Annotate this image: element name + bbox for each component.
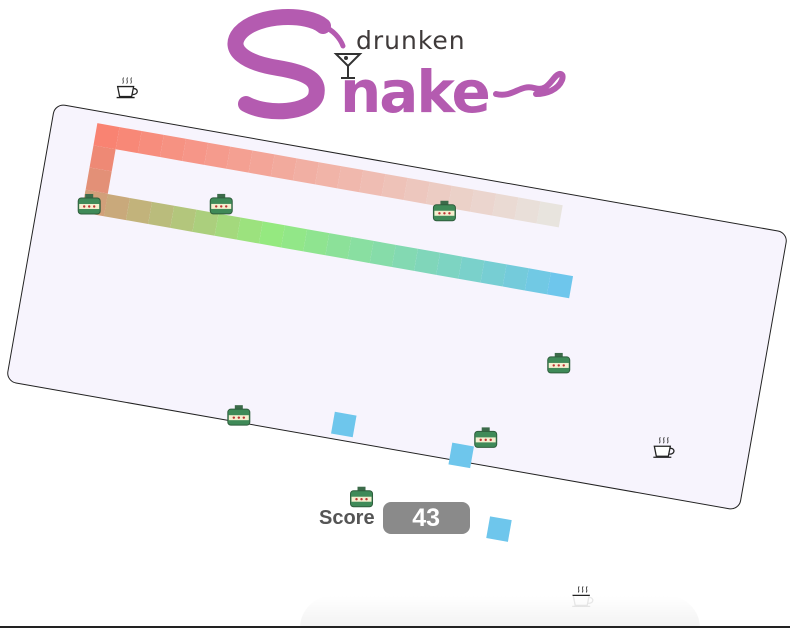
snake-segment xyxy=(492,194,518,220)
snake-segment xyxy=(182,139,208,165)
snake-segment xyxy=(160,135,186,161)
snake-segment xyxy=(315,162,341,188)
score-value: 43 xyxy=(383,502,470,534)
snake-segment xyxy=(414,249,440,275)
score-label: Score xyxy=(319,507,375,530)
snake-segment xyxy=(348,237,374,263)
snake-segment xyxy=(293,158,319,184)
snake-segment xyxy=(281,225,307,251)
snake-segment xyxy=(370,241,396,267)
snake-segment xyxy=(392,245,418,271)
snake-segment xyxy=(148,202,174,228)
snake-segment xyxy=(525,268,551,294)
snake-segment xyxy=(249,151,275,177)
snake-segment xyxy=(259,221,285,247)
snake-segment xyxy=(237,217,263,243)
snake-segment xyxy=(116,127,142,153)
snake-segment xyxy=(404,178,430,204)
snake-segment xyxy=(226,147,252,173)
snake-segment xyxy=(170,206,196,232)
snake-segment xyxy=(104,194,130,220)
snake-segment xyxy=(86,167,112,193)
game-board[interactable] xyxy=(6,104,788,511)
snake-segment xyxy=(481,260,507,286)
snake-segment xyxy=(271,154,297,180)
coffee-cup-icon xyxy=(117,78,138,98)
snake-segment xyxy=(204,143,230,169)
snake-segment xyxy=(470,190,496,216)
snake-segment xyxy=(514,197,540,223)
footer-panel xyxy=(300,596,700,628)
snake-segment xyxy=(458,257,484,283)
obstacle-block xyxy=(331,412,356,437)
snake-segment xyxy=(303,229,329,255)
snake-head xyxy=(547,272,573,298)
snake-segment xyxy=(503,264,529,290)
snake-segment xyxy=(382,174,408,200)
snake-segment xyxy=(337,166,363,192)
obstacle-block xyxy=(448,443,473,468)
snake-segment xyxy=(90,145,116,171)
snake-segment xyxy=(436,253,462,279)
obstacle-block xyxy=(486,516,511,541)
snake-segment xyxy=(93,123,119,149)
snake-segment xyxy=(138,131,164,157)
score-panel: Score 43 xyxy=(319,502,470,534)
snake-segment xyxy=(126,198,152,224)
snake-segment xyxy=(325,233,351,259)
snake-segment xyxy=(215,214,241,240)
snake-segment xyxy=(359,170,385,196)
snake-segment xyxy=(537,201,563,227)
